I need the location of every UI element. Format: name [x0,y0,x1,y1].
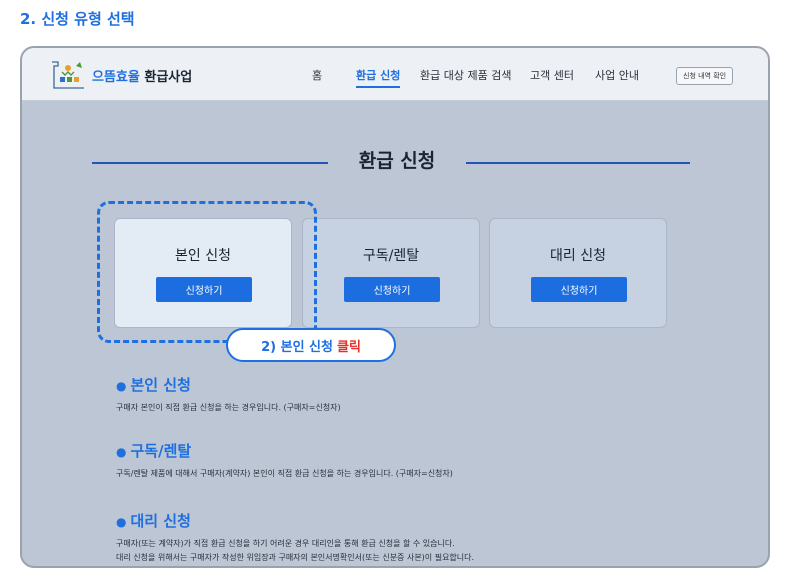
rental-apply-button[interactable]: 신청하기 [344,277,440,302]
section-desc: 구매자 본인이 직접 환급 신청을 하는 경우입니다. (구매자=신청자) [116,403,341,412]
page-title: 환급 신청 [358,150,436,172]
card-proxy-apply: 대리 신청 신청하기 [489,218,667,328]
title-divider-left [92,162,328,164]
section-title: 구독/렌탈 [130,442,192,460]
section-title: 본인 신청 [130,376,191,394]
logo-text[interactable]: 으뜸효율 환급사업 [92,66,192,85]
callout-emphasis: 클릭 [336,339,361,355]
highlight-dashed-box [97,201,317,343]
section-title: 대리 신청 [130,512,191,530]
check-history-button[interactable]: 신청 내역 확인 [676,67,734,85]
nav-refund-apply[interactable]: 환급 신청 [356,67,401,88]
nav-customer-center[interactable]: 고객 센터 [530,67,574,83]
section-rental: ● 구독/렌탈 구독/렌탈 제품에 대해서 구매자(계약자) 본인이 직접 환급 … [116,440,453,481]
bullet-icon: ● [116,515,127,529]
callout-text: 2) 본인 신청 [261,339,333,355]
proxy-apply-button[interactable]: 신청하기 [531,277,627,302]
section-proxy-apply: ● 대리 신청 구매자(또는 계약자)가 직접 환급 신청을 하기 어려운 경우 … [116,510,474,565]
bullet-icon: ● [116,379,127,393]
card-title: 대리 신청 [550,248,606,264]
section-desc: 대리 신청을 위해서는 구매자가 작성한 위임장과 구매자의 본인서명확인서(또… [116,553,475,562]
nav-business-info[interactable]: 사업 안내 [595,67,639,83]
click-callout: 2) 본인 신청 클릭 [226,328,396,362]
nav-product-search[interactable]: 환급 대상 제품 검색 [420,67,511,83]
nav-home[interactable]: 홈 [312,67,322,83]
logo-icon[interactable] [48,58,88,92]
section-desc: 구독/렌탈 제품에 대해서 구매자(계약자) 본인이 직접 환급 신청을 하는 … [116,469,453,478]
step-heading: 2. 신청 유형 선택 [20,10,135,28]
bullet-icon: ● [116,445,127,459]
section-self-apply: ● 본인 신청 구매자 본인이 직접 환급 신청을 하는 경우입니다. (구매자=… [116,374,341,415]
logo-prefix: 으뜸효율 [92,70,140,85]
logo-suffix: 환급사업 [139,70,193,85]
card-subscription-rental: 구독/렌탈 신청하기 [302,218,480,328]
top-navbar: 으뜸효율 환급사업 홈 환급 신청 환급 대상 제품 검색 고객 센터 사업 안… [22,48,768,101]
card-title: 구독/렌탈 [362,248,420,264]
title-divider-right [466,162,690,164]
browser-frame: 으뜸효율 환급사업 홈 환급 신청 환급 대상 제품 검색 고객 센터 사업 안… [20,46,770,568]
section-desc: 구매자(또는 계약자)가 직접 환급 신청을 하기 어려운 경우 대리인을 통해… [116,539,455,548]
